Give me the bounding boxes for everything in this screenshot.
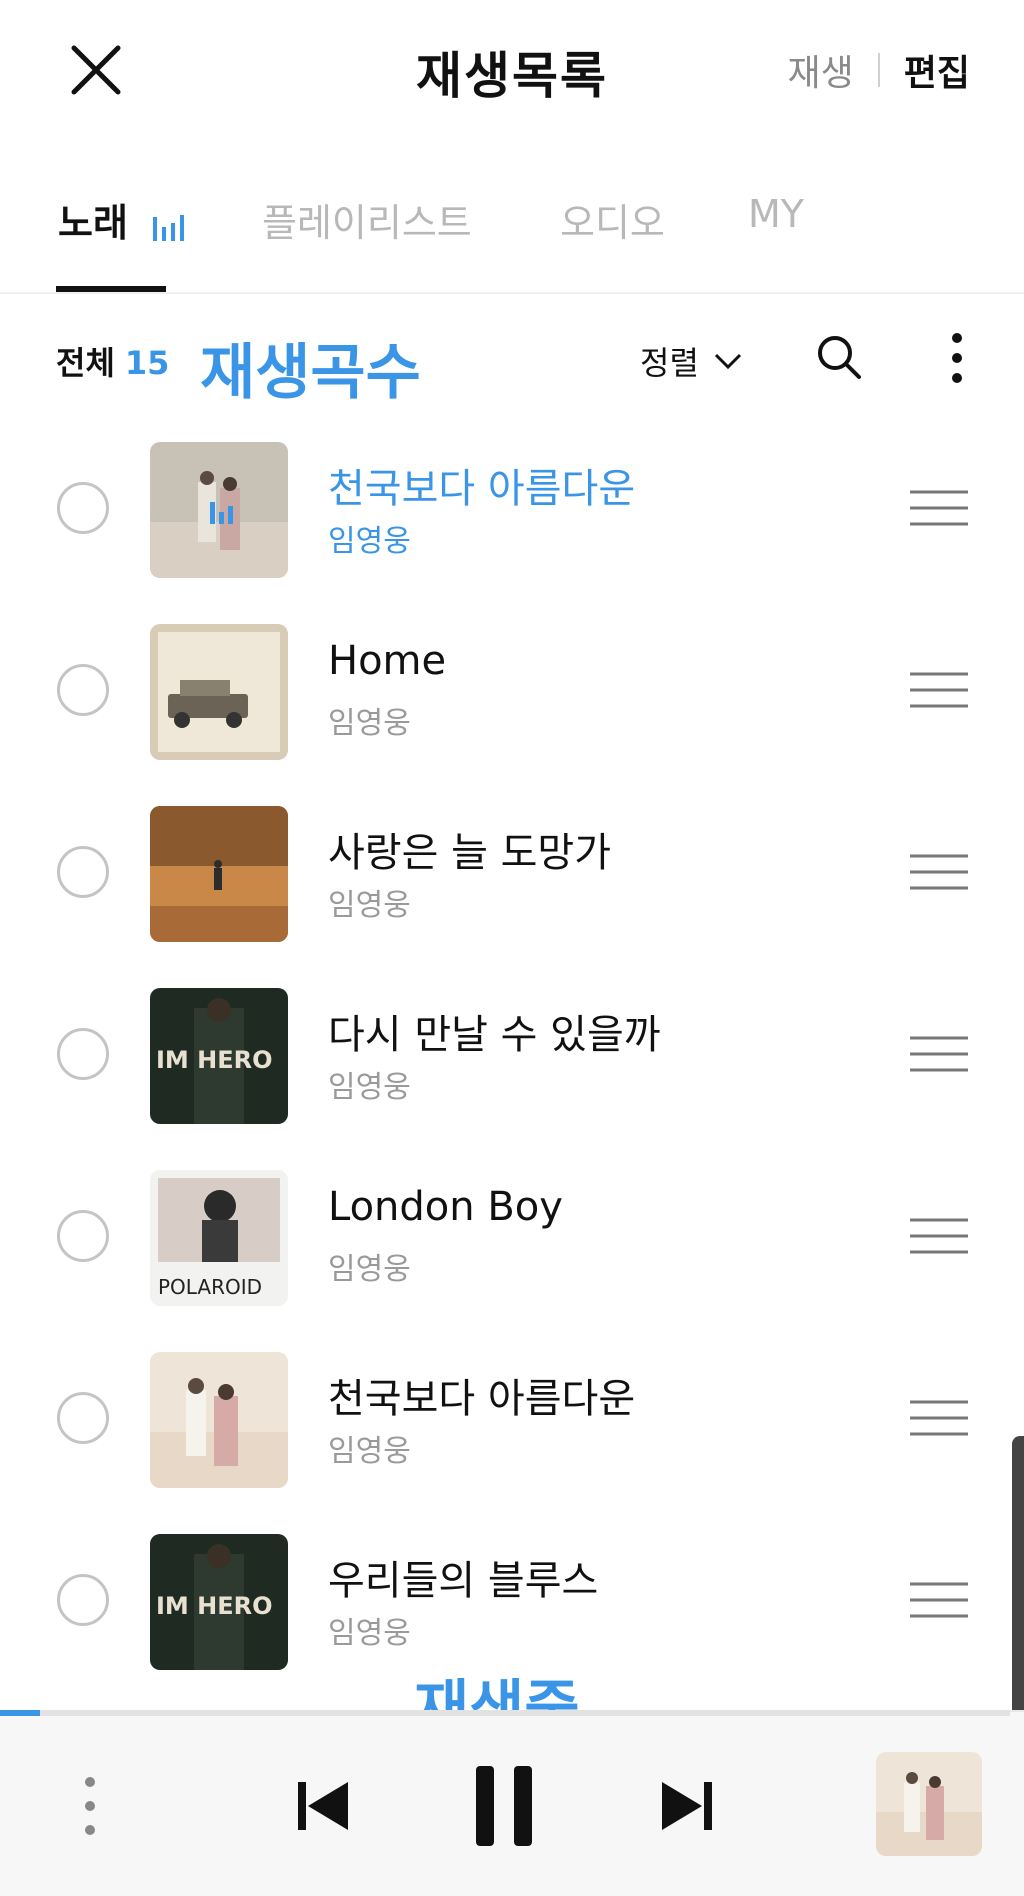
previous-button[interactable] xyxy=(296,1780,350,1832)
song-title: London Boy xyxy=(328,1184,563,1230)
drag-handle-icon[interactable] xyxy=(910,488,968,528)
skip-next-icon xyxy=(662,1782,712,1830)
select-radio[interactable] xyxy=(57,1392,109,1444)
now-playing-album-art[interactable] xyxy=(876,1752,982,1856)
header-actions: 재생 편집 xyxy=(788,44,970,96)
chevron-down-icon xyxy=(714,353,741,370)
search-icon xyxy=(818,336,861,379)
song-artist: 임영웅 xyxy=(328,1070,411,1105)
album-art xyxy=(150,806,288,942)
pause-button[interactable] xyxy=(474,1764,534,1848)
drag-handle-icon[interactable] xyxy=(910,1580,968,1620)
drag-handle-icon[interactable] xyxy=(910,670,968,710)
more-vertical-icon xyxy=(952,333,962,383)
tab-bar: 노래 플레이리스트 오디오 MY xyxy=(0,180,1024,294)
edit-button[interactable]: 편집 xyxy=(904,44,970,96)
tab-label: 노래 xyxy=(58,201,128,245)
drag-handle-icon[interactable] xyxy=(910,1034,968,1074)
song-row[interactable]: Home 임영웅 xyxy=(0,614,1024,774)
select-radio[interactable] xyxy=(57,1210,109,1262)
tab-my[interactable]: MY xyxy=(748,192,804,236)
select-radio[interactable] xyxy=(57,482,109,534)
song-artist: 임영웅 xyxy=(328,1252,411,1287)
song-row[interactable]: 천국보다 아름다운 임영웅 xyxy=(0,1342,1024,1502)
song-artist: 임영웅 xyxy=(328,524,411,559)
annotation-song-count: 재생곡수 xyxy=(200,338,421,408)
song-row[interactable]: 천국보다 아름다운 임영웅 xyxy=(0,432,1024,592)
select-radio[interactable] xyxy=(57,846,109,898)
sort-label: 정렬 xyxy=(640,344,699,382)
mini-player xyxy=(0,1710,1024,1896)
album-art: POLAROID xyxy=(150,1170,288,1306)
select-radio[interactable] xyxy=(57,664,109,716)
tab-playlist[interactable]: 플레이리스트 xyxy=(262,192,472,247)
song-row[interactable]: 사랑은 늘 도망가 임영웅 xyxy=(0,796,1024,956)
more-options-button[interactable] xyxy=(942,330,972,386)
album-art xyxy=(150,1352,288,1488)
song-artist: 임영웅 xyxy=(328,888,411,923)
header: 재생목록 재생 편집 xyxy=(0,0,1024,140)
select-radio[interactable] xyxy=(57,1574,109,1626)
song-title: Home xyxy=(328,638,447,684)
player-more-button[interactable] xyxy=(80,1774,100,1838)
progress-fill xyxy=(0,1710,41,1716)
song-row[interactable]: IM HERO 다시 만날 수 있을까 임영웅 xyxy=(0,978,1024,1138)
song-title: 사랑은 늘 도망가 xyxy=(328,830,612,876)
total-count: 전체 15 xyxy=(56,338,169,384)
play-all-button[interactable]: 재생 xyxy=(788,44,854,96)
tab-audio[interactable]: 오디오 xyxy=(560,192,665,247)
tab-indicator xyxy=(56,286,166,292)
select-radio[interactable] xyxy=(57,1028,109,1080)
album-text: POLAROID xyxy=(158,1275,262,1299)
equalizer-icon xyxy=(153,214,185,241)
album-text: IM HERO xyxy=(156,1046,273,1074)
next-button[interactable] xyxy=(660,1780,714,1832)
song-artist: 임영웅 xyxy=(328,1616,411,1651)
album-art xyxy=(150,442,288,578)
drag-handle-icon[interactable] xyxy=(910,1216,968,1256)
album-art xyxy=(150,624,288,760)
drag-handle-icon[interactable] xyxy=(910,852,968,892)
song-title: 다시 만날 수 있을까 xyxy=(328,1012,661,1058)
total-label: 전체 xyxy=(56,344,115,382)
album-art: IM HERO xyxy=(150,1534,288,1670)
song-title: 천국보다 아름다운 xyxy=(328,1376,636,1422)
divider xyxy=(877,53,880,87)
song-title: 우리들의 블루스 xyxy=(328,1558,599,1604)
search-button[interactable] xyxy=(814,332,864,382)
progress-bar[interactable] xyxy=(0,1710,1010,1716)
drag-handle-icon[interactable] xyxy=(910,1398,968,1438)
song-title: 천국보다 아름다운 xyxy=(328,466,636,512)
song-artist: 임영웅 xyxy=(328,1434,411,1469)
more-vertical-icon xyxy=(85,1777,95,1835)
sort-button[interactable]: 정렬 xyxy=(640,338,743,384)
song-row[interactable]: POLAROID London Boy 임영웅 xyxy=(0,1160,1024,1320)
list-toolbar: 전체 15 재생곡수 정렬 xyxy=(0,320,1024,408)
album-text: IM HERO xyxy=(156,1592,273,1620)
album-art: IM HERO xyxy=(150,988,288,1124)
tab-songs[interactable]: 노래 xyxy=(58,192,185,247)
song-artist: 임영웅 xyxy=(328,706,411,741)
total-count-value: 15 xyxy=(124,344,170,382)
pause-icon xyxy=(476,1766,532,1846)
skip-previous-icon xyxy=(298,1782,348,1830)
